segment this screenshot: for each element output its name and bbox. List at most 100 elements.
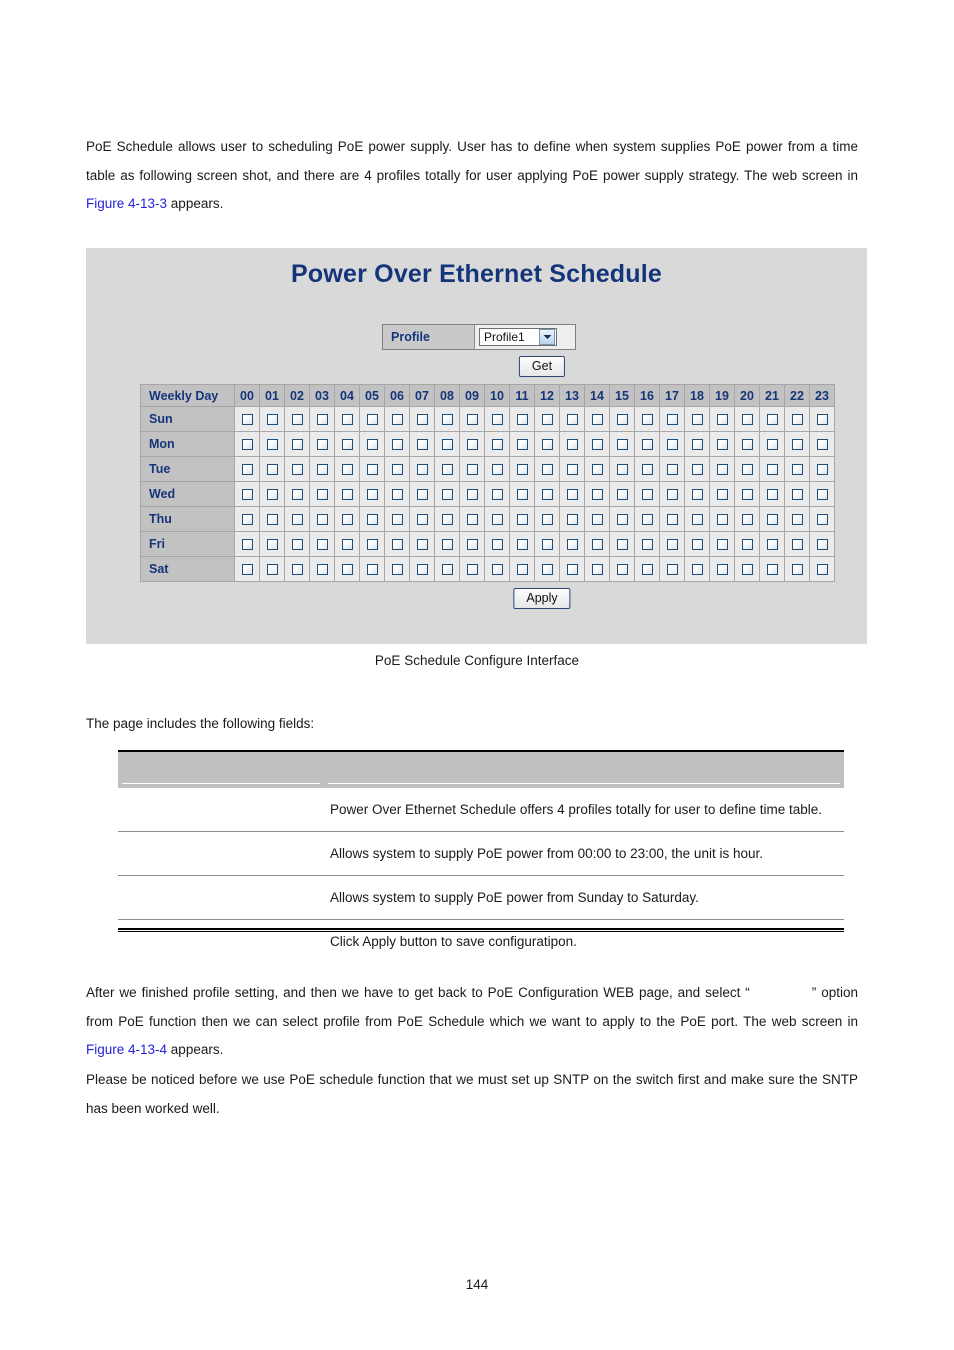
- slot-cell-tue-18[interactable]: [684, 456, 710, 482]
- checkbox-fri-04[interactable]: [341, 539, 353, 551]
- checkbox-tue-13[interactable]: [566, 464, 578, 476]
- slot-cell-mon-18[interactable]: [684, 431, 710, 457]
- checkbox-thu-12[interactable]: [541, 514, 553, 526]
- checkbox-fri-03[interactable]: [316, 539, 328, 551]
- checkbox-sat-15[interactable]: [616, 564, 628, 576]
- slot-cell-tue-13[interactable]: [559, 456, 585, 482]
- slot-cell-thu-03[interactable]: [309, 506, 335, 532]
- checkbox-fri-14[interactable]: [591, 539, 603, 551]
- checkbox-wed-19[interactable]: [716, 489, 728, 501]
- slot-cell-tue-16[interactable]: [634, 456, 660, 482]
- slot-cell-thu-12[interactable]: [534, 506, 560, 532]
- slot-cell-mon-13[interactable]: [559, 431, 585, 457]
- checkbox-mon-10[interactable]: [491, 439, 503, 451]
- checkbox-sat-04[interactable]: [341, 564, 353, 576]
- slot-cell-thu-11[interactable]: [509, 506, 535, 532]
- slot-cell-mon-17[interactable]: [659, 431, 685, 457]
- checkbox-sun-12[interactable]: [541, 414, 553, 426]
- checkbox-sat-01[interactable]: [266, 564, 278, 576]
- checkbox-sun-02[interactable]: [291, 414, 303, 426]
- slot-cell-mon-23[interactable]: [809, 431, 835, 457]
- slot-cell-thu-02[interactable]: [284, 506, 310, 532]
- checkbox-thu-16[interactable]: [641, 514, 653, 526]
- checkbox-thu-20[interactable]: [741, 514, 753, 526]
- checkbox-mon-04[interactable]: [341, 439, 353, 451]
- checkbox-sun-13[interactable]: [566, 414, 578, 426]
- checkbox-wed-23[interactable]: [816, 489, 828, 501]
- slot-cell-sun-16[interactable]: [634, 406, 660, 432]
- checkbox-mon-09[interactable]: [466, 439, 478, 451]
- slot-cell-fri-10[interactable]: [484, 531, 510, 557]
- checkbox-tue-22[interactable]: [791, 464, 803, 476]
- slot-cell-mon-15[interactable]: [609, 431, 635, 457]
- checkbox-wed-11[interactable]: [516, 489, 528, 501]
- slot-cell-fri-05[interactable]: [359, 531, 385, 557]
- slot-cell-mon-03[interactable]: [309, 431, 335, 457]
- checkbox-thu-23[interactable]: [816, 514, 828, 526]
- get-button[interactable]: Get: [518, 356, 566, 377]
- slot-cell-tue-04[interactable]: [334, 456, 360, 482]
- checkbox-fri-08[interactable]: [441, 539, 453, 551]
- checkbox-sat-08[interactable]: [441, 564, 453, 576]
- slot-cell-wed-11[interactable]: [509, 481, 535, 507]
- checkbox-mon-11[interactable]: [516, 439, 528, 451]
- slot-cell-fri-22[interactable]: [784, 531, 810, 557]
- checkbox-sun-23[interactable]: [816, 414, 828, 426]
- checkbox-wed-17[interactable]: [666, 489, 678, 501]
- slot-cell-sat-10[interactable]: [484, 556, 510, 582]
- checkbox-sat-17[interactable]: [666, 564, 678, 576]
- checkbox-sat-14[interactable]: [591, 564, 603, 576]
- slot-cell-thu-09[interactable]: [459, 506, 485, 532]
- checkbox-sun-16[interactable]: [641, 414, 653, 426]
- slot-cell-thu-17[interactable]: [659, 506, 685, 532]
- slot-cell-mon-14[interactable]: [584, 431, 610, 457]
- slot-cell-fri-11[interactable]: [509, 531, 535, 557]
- checkbox-mon-18[interactable]: [691, 439, 703, 451]
- checkbox-sun-10[interactable]: [491, 414, 503, 426]
- slot-cell-wed-01[interactable]: [259, 481, 285, 507]
- slot-cell-thu-05[interactable]: [359, 506, 385, 532]
- checkbox-sat-19[interactable]: [716, 564, 728, 576]
- checkbox-sat-06[interactable]: [391, 564, 403, 576]
- slot-cell-mon-02[interactable]: [284, 431, 310, 457]
- checkbox-wed-12[interactable]: [541, 489, 553, 501]
- slot-cell-wed-16[interactable]: [634, 481, 660, 507]
- checkbox-thu-05[interactable]: [366, 514, 378, 526]
- slot-cell-tue-12[interactable]: [534, 456, 560, 482]
- checkbox-thu-15[interactable]: [616, 514, 628, 526]
- slot-cell-fri-06[interactable]: [384, 531, 410, 557]
- checkbox-sat-03[interactable]: [316, 564, 328, 576]
- slot-cell-wed-10[interactable]: [484, 481, 510, 507]
- slot-cell-fri-09[interactable]: [459, 531, 485, 557]
- checkbox-sat-11[interactable]: [516, 564, 528, 576]
- checkbox-thu-04[interactable]: [341, 514, 353, 526]
- checkbox-tue-23[interactable]: [816, 464, 828, 476]
- slot-cell-fri-13[interactable]: [559, 531, 585, 557]
- checkbox-mon-23[interactable]: [816, 439, 828, 451]
- slot-cell-fri-15[interactable]: [609, 531, 635, 557]
- checkbox-sun-07[interactable]: [416, 414, 428, 426]
- checkbox-sat-16[interactable]: [641, 564, 653, 576]
- checkbox-mon-12[interactable]: [541, 439, 553, 451]
- slot-cell-tue-01[interactable]: [259, 456, 285, 482]
- slot-cell-mon-12[interactable]: [534, 431, 560, 457]
- slot-cell-mon-19[interactable]: [709, 431, 735, 457]
- slot-cell-sat-04[interactable]: [334, 556, 360, 582]
- checkbox-tue-04[interactable]: [341, 464, 353, 476]
- checkbox-fri-20[interactable]: [741, 539, 753, 551]
- slot-cell-wed-07[interactable]: [409, 481, 435, 507]
- slot-cell-sun-15[interactable]: [609, 406, 635, 432]
- slot-cell-fri-18[interactable]: [684, 531, 710, 557]
- slot-cell-sun-01[interactable]: [259, 406, 285, 432]
- slot-cell-thu-22[interactable]: [784, 506, 810, 532]
- checkbox-thu-19[interactable]: [716, 514, 728, 526]
- slot-cell-sun-00[interactable]: [234, 406, 260, 432]
- slot-cell-mon-09[interactable]: [459, 431, 485, 457]
- checkbox-mon-00[interactable]: [241, 439, 253, 451]
- checkbox-sun-03[interactable]: [316, 414, 328, 426]
- checkbox-sun-06[interactable]: [391, 414, 403, 426]
- checkbox-wed-20[interactable]: [741, 489, 753, 501]
- slot-cell-tue-23[interactable]: [809, 456, 835, 482]
- slot-cell-sat-06[interactable]: [384, 556, 410, 582]
- slot-cell-fri-14[interactable]: [584, 531, 610, 557]
